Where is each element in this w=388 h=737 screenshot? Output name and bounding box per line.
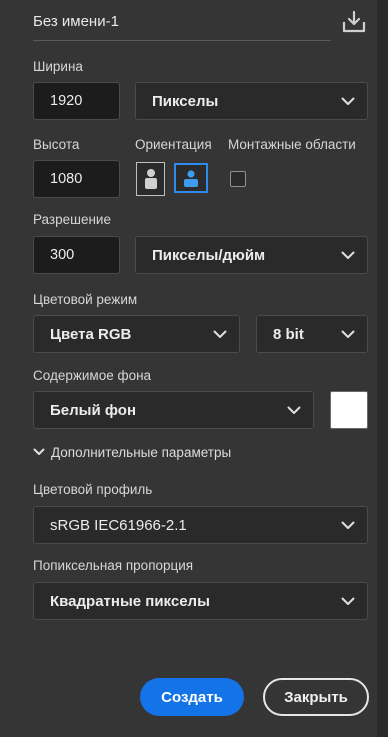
- resolution-unit-select[interactable]: Пикселы/дюйм: [135, 236, 368, 274]
- background-color-swatch[interactable]: [330, 391, 368, 429]
- chevron-down-icon: [33, 448, 45, 455]
- orientation-label: Ориентация: [135, 137, 212, 152]
- portrait-orientation-button[interactable]: [136, 162, 165, 196]
- portrait-person-icon: [144, 169, 157, 189]
- width-input[interactable]: 1920: [33, 82, 120, 120]
- bit-depth-value: 8 bit: [273, 325, 304, 343]
- chevron-down-icon: [341, 251, 355, 259]
- height-input[interactable]: 1080: [33, 160, 120, 198]
- resolution-label: Разрешение: [33, 212, 111, 227]
- pixel-aspect-label: Попиксельная пропорция: [33, 558, 194, 573]
- chevron-down-icon: [341, 521, 355, 529]
- background-label: Содержимое фона: [33, 368, 152, 383]
- chevron-down-icon: [341, 97, 355, 105]
- color-profile-select[interactable]: sRGB IEC61966-2.1: [33, 506, 368, 544]
- color-profile-label: Цветовой профиль: [33, 482, 153, 497]
- background-select[interactable]: Белый фон: [33, 391, 314, 429]
- pixel-aspect-select[interactable]: Квадратные пикселы: [33, 582, 368, 620]
- width-label: Ширина: [33, 59, 83, 74]
- chevron-down-icon: [287, 406, 301, 414]
- chevron-down-icon: [341, 597, 355, 605]
- new-document-panel: Без имени-1 Ширина 1920 Пикселы Высота 1…: [0, 0, 377, 737]
- pixel-aspect-value: Квадратные пикселы: [50, 592, 210, 610]
- background-value: Белый фон: [50, 401, 137, 419]
- save-download-icon: [342, 10, 366, 33]
- color-mode-label: Цветовой режим: [33, 292, 138, 307]
- chevron-down-icon: [341, 330, 355, 338]
- bit-depth-select[interactable]: 8 bit: [256, 315, 368, 353]
- create-button[interactable]: Создать: [140, 678, 244, 716]
- width-unit-value: Пикселы: [152, 92, 219, 110]
- landscape-person-icon: [184, 170, 198, 187]
- artboards-label: Монтажные области: [228, 137, 356, 152]
- color-mode-value: Цвета RGB: [50, 325, 132, 343]
- width-unit-select[interactable]: Пикселы: [135, 82, 368, 120]
- artboards-checkbox[interactable]: [230, 171, 246, 187]
- resolution-unit-value: Пикселы/дюйм: [152, 246, 266, 264]
- landscape-orientation-button[interactable]: [174, 163, 208, 193]
- advanced-options-label: Дополнительные параметры: [51, 444, 232, 460]
- save-preset-button[interactable]: [339, 8, 369, 36]
- scrollbar[interactable]: [377, 0, 388, 737]
- close-button[interactable]: Закрыть: [263, 678, 369, 716]
- color-mode-select[interactable]: Цвета RGB: [33, 315, 240, 353]
- height-label: Высота: [33, 137, 80, 152]
- document-name-input[interactable]: Без имени-1: [33, 8, 331, 41]
- resolution-input[interactable]: 300: [33, 236, 120, 274]
- chevron-down-icon: [213, 330, 227, 338]
- color-profile-value: sRGB IEC61966-2.1: [50, 516, 187, 534]
- advanced-options-toggle[interactable]: Дополнительные параметры: [33, 443, 231, 461]
